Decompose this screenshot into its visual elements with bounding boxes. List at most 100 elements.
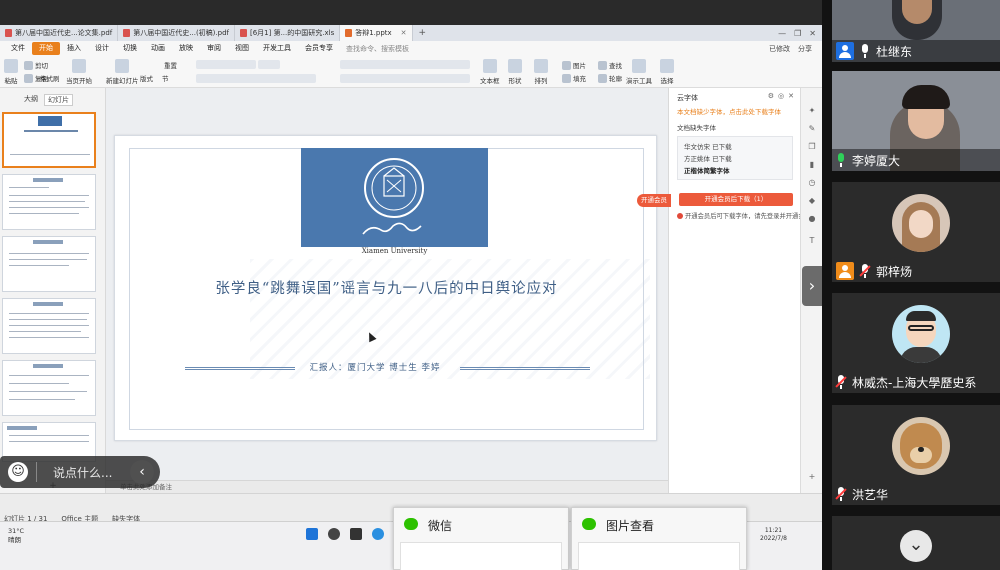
font-panel-hint[interactable]: 本文档缺少字体，点击此处下载字体	[677, 106, 781, 116]
command-search[interactable]: 查找命令、搜索模板	[346, 44, 409, 54]
participant-tile[interactable]: 李婷厦大	[832, 71, 1000, 171]
section-button[interactable]: 节	[162, 73, 169, 83]
doc-tab-4[interactable]: 答辩1.pptx ✕	[340, 25, 413, 41]
paragraph-controls[interactable]	[340, 60, 470, 69]
menu-transition[interactable]: 切换	[116, 42, 144, 55]
chat-divider	[36, 462, 37, 482]
cut-button[interactable]: 剪切	[24, 60, 48, 70]
chat-input[interactable]: 说点什么...	[53, 464, 112, 481]
format-painter-button[interactable]: 格式刷	[40, 73, 60, 83]
emoji-icon[interactable]: ☺	[8, 462, 28, 482]
menu-review[interactable]: 审阅	[200, 42, 228, 55]
download-fonts-button[interactable]: 开通会员后下载（1）	[679, 193, 793, 206]
doc-tab-2[interactable]: 第八届中国近代史...(初稿).pdf	[118, 25, 235, 41]
paste-button[interactable]: 粘贴	[4, 59, 18, 85]
arrange-button[interactable]: 排列	[534, 59, 548, 85]
minimize-icon[interactable]: —	[778, 29, 786, 38]
doc-tab-label: [6月1] 第...的中国研究.xls	[249, 29, 335, 37]
participant-namebar: 郭梓炀	[832, 260, 1000, 282]
picture-icon	[562, 60, 571, 70]
font-selector[interactable]	[196, 60, 256, 69]
current-slide[interactable]: Xiamen University 张学良“跳舞误国”谣言与九一八后的中日舆论应…	[114, 135, 657, 441]
outline-button[interactable]: 轮廓	[598, 73, 622, 83]
menu-member[interactable]: 会员专享	[298, 42, 340, 55]
menu-slideshow[interactable]: 放映	[172, 42, 200, 55]
slide-reporter[interactable]: 汇报人：厦门大学 博士生 李婷	[290, 361, 460, 373]
menu-start[interactable]: 开始	[32, 42, 60, 55]
collapse-chat-icon[interactable]: ‹	[130, 460, 154, 484]
text-icon[interactable]: T	[807, 236, 817, 246]
menu-dev-tools[interactable]: 开发工具	[256, 42, 298, 55]
font-size-selector[interactable]	[258, 60, 280, 69]
missing-fonts-list: 华文仿宋 已下载 方正姚体 已下载 正楷体简繁字体	[677, 136, 793, 180]
align-row[interactable]	[340, 74, 470, 83]
find-button[interactable]: 查找	[598, 60, 622, 70]
add-tab-icon[interactable]: +	[413, 28, 433, 38]
slide-thumbnail-4[interactable]	[2, 298, 96, 354]
windows-start-icon[interactable]	[306, 528, 318, 540]
tab-outline[interactable]: 大纲	[24, 94, 38, 106]
chevron-down-icon[interactable]: ⌄	[900, 530, 932, 562]
maximize-icon[interactable]: ❐	[794, 29, 801, 38]
expand-panel-button[interactable]: ›	[802, 266, 822, 306]
font-controls[interactable]	[196, 60, 280, 69]
presentation-tools-label: 演示工具	[626, 77, 652, 85]
slide-thumbnail-3[interactable]	[2, 236, 96, 292]
paragraph-row[interactable]	[340, 60, 470, 69]
share-button[interactable]: 分享	[798, 44, 812, 54]
tab-slides[interactable]: 幻灯片	[44, 94, 73, 106]
presentation-tools-button[interactable]: 演示工具	[626, 59, 652, 85]
menu-insert[interactable]: 插入	[60, 42, 88, 55]
member-float-tag[interactable]: 开通会员	[637, 194, 671, 207]
missing-font-item: 方正姚体 已下载	[684, 155, 732, 163]
fill-icon[interactable]: ◆	[807, 196, 817, 206]
close-tab-icon[interactable]: ✕	[401, 29, 407, 37]
reset-button[interactable]: 重置	[164, 60, 177, 70]
close-panel-icon[interactable]: ✕	[788, 92, 794, 100]
wand-icon[interactable]: ✦	[807, 106, 817, 116]
text-format-row[interactable]	[196, 74, 316, 83]
image-viewer-window-preview[interactable]: 图片查看	[571, 507, 747, 570]
edge-icon[interactable]	[372, 528, 384, 540]
select-button[interactable]: 选择	[660, 59, 674, 85]
doc-tab-1[interactable]: 第八届中国近代史...论文集.pdf	[0, 25, 119, 41]
menu-design[interactable]: 设计	[88, 42, 116, 55]
settings-icon[interactable]: ⚙	[768, 92, 774, 100]
notes-bar[interactable]: 单击此处添加备注	[106, 480, 668, 493]
participant-tile[interactable]: 杜继东	[832, 0, 1000, 62]
align-controls[interactable]	[340, 74, 470, 83]
plus-icon[interactable]: +	[807, 472, 817, 482]
pen-icon[interactable]: ✎	[807, 124, 817, 134]
bookmark-icon[interactable]: ▮	[807, 160, 817, 170]
textbox-button[interactable]: 文本框	[480, 59, 500, 85]
from-current-button[interactable]: 当页开始	[66, 59, 92, 85]
wechat-window-preview[interactable]: 微信	[393, 507, 569, 570]
fill-button[interactable]: 填充	[562, 73, 586, 83]
task-view-icon[interactable]	[350, 528, 362, 540]
doc-tab-3[interactable]: [6月1] 第...的中国研究.xls	[235, 25, 341, 41]
menu-view[interactable]: 视图	[228, 42, 256, 55]
close-window-icon[interactable]: ✕	[809, 29, 816, 38]
picture-button[interactable]: 图片	[562, 60, 586, 70]
participant-tile[interactable]: 洪艺华	[832, 405, 1000, 505]
menu-animation[interactable]: 动画	[144, 42, 172, 55]
text-format-controls[interactable]	[196, 74, 316, 83]
slide-thumbnail-1[interactable]	[2, 112, 96, 168]
slide-thumbnail-5[interactable]	[2, 360, 96, 416]
new-slide-button[interactable]: 新建幻灯片	[106, 59, 139, 85]
layout-button[interactable]: 版式	[140, 73, 153, 83]
copy-icon[interactable]: ❐	[807, 142, 817, 152]
location-icon[interactable]: ●	[807, 214, 817, 224]
participant-tile[interactable]: ⌄	[832, 516, 1000, 570]
ppt-file-icon	[345, 29, 353, 37]
menu-file[interactable]: 文件	[4, 42, 32, 55]
participant-tile[interactable]: 林威杰-上海大學歷史系	[832, 293, 1000, 393]
pin-icon[interactable]: ◎	[778, 92, 784, 100]
weather-widget[interactable]: 31°C 晴朗	[8, 527, 24, 545]
clock-icon[interactable]: ◷	[807, 178, 817, 188]
participant-tile[interactable]: 郭梓炀	[832, 182, 1000, 282]
slide-thumbnail-2[interactable]	[2, 174, 96, 230]
slide-title[interactable]: 张学良“跳舞误国”谣言与九一八后的中日舆论应对	[130, 277, 643, 298]
search-icon[interactable]	[328, 528, 340, 540]
shape-button[interactable]: 形状	[508, 59, 522, 85]
